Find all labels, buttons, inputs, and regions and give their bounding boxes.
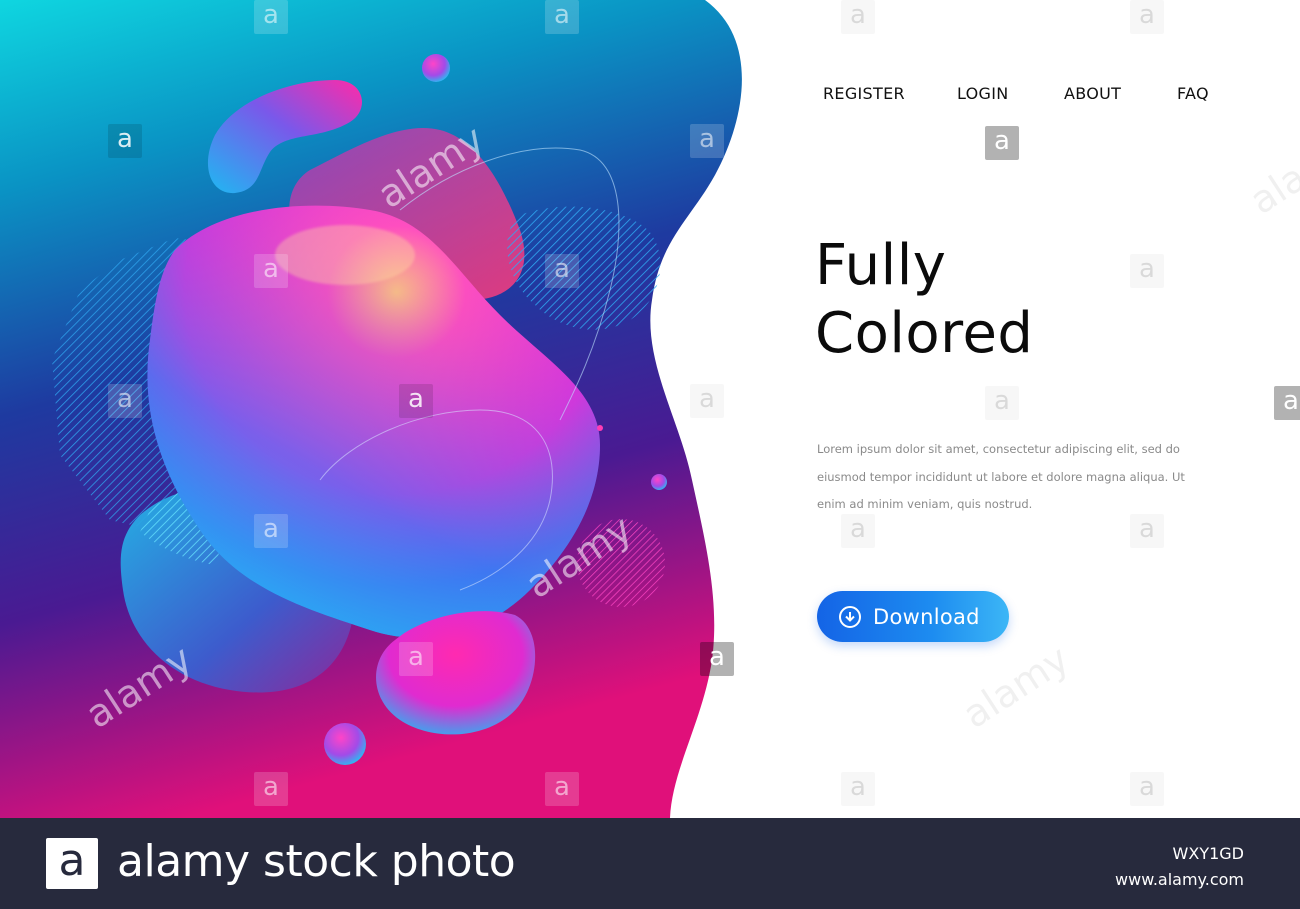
small-ball-top bbox=[422, 54, 450, 82]
main-blob-highlight bbox=[275, 225, 415, 285]
watermark-letter: a bbox=[1130, 514, 1164, 548]
watermark-letter: a bbox=[690, 384, 724, 418]
watermark-letter: a bbox=[545, 0, 579, 34]
download-button-label: Download bbox=[873, 604, 980, 629]
download-button[interactable]: Download bbox=[817, 591, 1009, 642]
watermark-letter: a bbox=[108, 124, 142, 158]
watermark-letter: a bbox=[399, 642, 433, 676]
watermark-letter: a bbox=[1130, 772, 1164, 806]
nav-register[interactable]: REGISTER bbox=[823, 84, 905, 103]
stock-image-id: WXY1GD bbox=[1172, 844, 1244, 863]
top-navigation: REGISTER LOGIN ABOUT FAQ bbox=[0, 84, 1300, 108]
nav-about[interactable]: ABOUT bbox=[1064, 84, 1121, 103]
stock-url: www.alamy.com bbox=[1115, 870, 1244, 889]
stock-photo-footer: a alamy stock photo WXY1GD www.alamy.com bbox=[0, 818, 1300, 909]
watermark-letter: a bbox=[1274, 386, 1300, 420]
watermark-letter: a bbox=[841, 0, 875, 34]
watermark-letter: a bbox=[700, 642, 734, 676]
hero-body-line-2: eiusmod tempor incididunt ut labore et d… bbox=[817, 469, 1185, 484]
watermark-letter: a bbox=[254, 514, 288, 548]
hero-title-line-2: Colored bbox=[815, 301, 1034, 366]
watermark-letter: a bbox=[1130, 254, 1164, 288]
watermark-letter: a bbox=[841, 772, 875, 806]
watermark-letter: a bbox=[1130, 0, 1164, 34]
watermark-letter: a bbox=[985, 386, 1019, 420]
watermark-letter: a bbox=[108, 384, 142, 418]
download-circle-icon bbox=[839, 605, 861, 628]
hero-body-line-1: Lorem ipsum dolor sit amet, consectetur … bbox=[817, 442, 1180, 456]
alamy-logo-icon: a bbox=[46, 838, 98, 889]
watermark-letter: a bbox=[399, 384, 433, 418]
nav-faq[interactable]: FAQ bbox=[1177, 84, 1209, 103]
stock-brand-text: alamy stock photo bbox=[117, 836, 516, 887]
hero-title-line-1: Fully bbox=[815, 233, 947, 298]
small-ball-bottom bbox=[324, 723, 366, 765]
tiny-ball bbox=[651, 474, 667, 490]
landing-page: REGISTER LOGIN ABOUT FAQ Fully Colored L… bbox=[0, 0, 1300, 818]
watermark-letter: a bbox=[841, 514, 875, 548]
watermark-letter: a bbox=[254, 772, 288, 806]
hero-title: Fully Colored bbox=[815, 232, 1033, 368]
tiny-dot bbox=[597, 425, 603, 431]
nav-login[interactable]: LOGIN bbox=[957, 84, 1009, 103]
watermark-letter: a bbox=[545, 254, 579, 288]
watermark-letter: a bbox=[545, 772, 579, 806]
hero-body-line-3: enim ad minim veniam, quis nostrud. bbox=[817, 497, 1033, 511]
hero-body-text: Lorem ipsum dolor sit amet, consectetur … bbox=[817, 436, 1187, 519]
fluid-art-panel bbox=[0, 0, 742, 818]
watermark-letter: a bbox=[690, 124, 724, 158]
watermark-letter: a bbox=[254, 0, 288, 34]
watermark-letter: a bbox=[985, 126, 1019, 160]
watermark-letter: a bbox=[254, 254, 288, 288]
